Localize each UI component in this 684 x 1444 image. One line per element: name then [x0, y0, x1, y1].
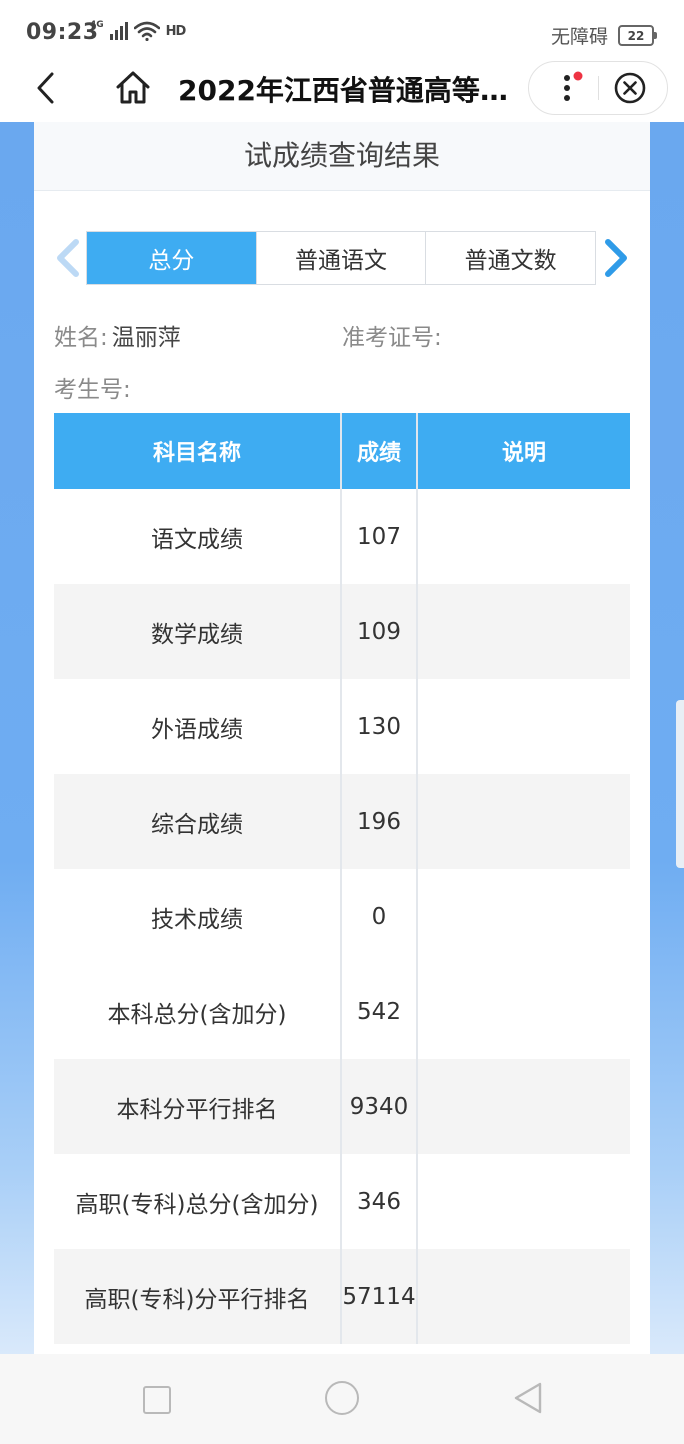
subject-cell: 综合成绩 — [54, 774, 342, 869]
score-cell: 57114 — [341, 1249, 418, 1344]
back-triangle-icon[interactable] — [512, 1380, 544, 1416]
page-title: 2022年江西省普通高等... — [178, 74, 508, 107]
subject-tabs: 总分 普通语文 普通文数 — [86, 231, 596, 285]
back-arrow-icon[interactable] — [30, 68, 66, 108]
column-header-subject: 科目名称 — [54, 413, 342, 489]
student-name-row: 姓名: 温丽萍 — [54, 318, 181, 352]
scroll-indicator[interactable] — [676, 700, 684, 868]
note-cell — [417, 489, 630, 584]
status-icons: 4G HD — [90, 19, 187, 41]
table-row: 语文成绩 107 — [54, 489, 630, 584]
score-cell: 107 — [341, 489, 418, 584]
score-cell: 109 — [341, 584, 418, 679]
note-cell — [417, 1059, 630, 1154]
subject-cell: 本科分平行排名 — [54, 1059, 342, 1154]
score-cell: 346 — [341, 1154, 418, 1249]
table-row: 外语成绩 130 — [54, 679, 630, 774]
note-cell — [417, 964, 630, 1059]
note-cell — [417, 1154, 630, 1249]
status-right: 无障碍 22 — [550, 22, 657, 49]
network-type-label: 4G — [90, 19, 104, 30]
table-row: 本科分平行排名 9340 — [54, 1059, 630, 1154]
tab-next-chevron-icon[interactable] — [600, 238, 630, 278]
status-time: 09:23 — [26, 20, 99, 45]
subject-cell: 数学成绩 — [54, 584, 342, 679]
score-table: 科目名称 成绩 说明 语文成绩 107 数学成绩 109 外语成绩 130 综合… — [54, 413, 630, 1344]
table-row: 综合成绩 196 — [54, 774, 630, 869]
score-cell: 0 — [341, 869, 418, 964]
score-cell: 196 — [341, 774, 418, 869]
score-cell: 9340 — [341, 1059, 418, 1154]
battery-icon: 22 — [618, 25, 657, 46]
subject-cell: 语文成绩 — [54, 489, 342, 584]
table-row: 技术成绩 0 — [54, 869, 630, 964]
note-cell — [417, 679, 630, 774]
exam-number-label: 考生号: — [54, 377, 131, 403]
more-options-icon[interactable] — [551, 70, 591, 106]
system-nav-bar — [0, 1354, 684, 1444]
tab-total[interactable]: 总分 — [87, 232, 257, 284]
note-cell — [417, 774, 630, 869]
close-circle-icon[interactable] — [613, 71, 647, 105]
card-title: 试成绩查询结果 — [243, 139, 440, 172]
accessibility-label: 无障碍 — [550, 26, 608, 48]
score-cell: 542 — [341, 964, 418, 1059]
ticket-label: 准考证号: — [342, 325, 442, 351]
subject-cell: 本科总分(含加分) — [54, 964, 342, 1059]
home-circle-icon[interactable] — [325, 1381, 359, 1415]
nav-bar: 2022年江西省普通高等... — [0, 58, 684, 122]
result-card: 试成绩查询结果 总分 普通语文 普通文数 姓名: 温丽萍 准考证号: 考生号: 科… — [34, 122, 650, 1354]
column-header-note: 说明 — [417, 413, 630, 489]
wifi-icon — [133, 21, 160, 41]
card-header: 试成绩查询结果 — [34, 122, 650, 191]
table-row: 数学成绩 109 — [54, 584, 630, 679]
ticket-number-row: 准考证号: — [342, 318, 446, 352]
home-icon[interactable] — [112, 68, 154, 108]
tab-chinese[interactable]: 普通语文 — [257, 232, 427, 284]
table-header-row: 科目名称 成绩 说明 — [54, 413, 630, 489]
column-header-score: 成绩 — [341, 413, 418, 489]
table-row: 高职(专科)总分(含加分) 346 — [54, 1154, 630, 1249]
hd-voice-icon: HD — [165, 23, 187, 39]
note-cell — [417, 584, 630, 679]
tab-prev-chevron-icon[interactable] — [54, 238, 84, 278]
note-cell — [417, 1249, 630, 1344]
name-value: 温丽萍 — [111, 325, 181, 351]
name-label: 姓名: — [54, 325, 108, 351]
mini-program-capsule — [528, 61, 668, 115]
cell-signal-icon — [109, 22, 128, 40]
exam-number-row: 考生号: — [54, 370, 135, 404]
score-cell: 130 — [341, 679, 418, 774]
tab-math[interactable]: 普通文数 — [426, 232, 595, 284]
subject-cell: 外语成绩 — [54, 679, 342, 774]
capsule-divider — [598, 76, 599, 100]
subject-cell: 技术成绩 — [54, 869, 342, 964]
recent-apps-square-icon[interactable] — [143, 1386, 171, 1414]
battery-level: 22 — [627, 28, 645, 43]
subject-cell: 高职(专科)总分(含加分) — [54, 1154, 342, 1249]
subject-cell: 高职(专科)分平行排名 — [54, 1249, 342, 1344]
note-cell — [417, 869, 630, 964]
table-row: 高职(专科)分平行排名 57114 — [54, 1249, 630, 1344]
table-row: 本科总分(含加分) 542 — [54, 964, 630, 1059]
